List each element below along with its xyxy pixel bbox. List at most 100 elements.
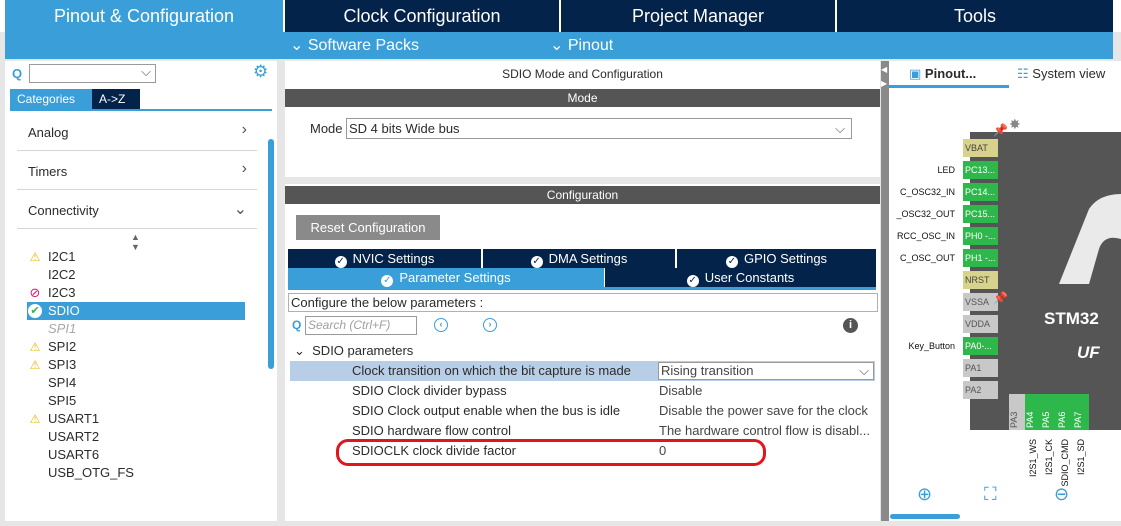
peripheral-item-spi1[interactable]: SPI1 (27, 320, 245, 338)
fit-screen-icon[interactable]: ⛶ (984, 484, 997, 505)
search-icon: Q (292, 318, 302, 332)
pin-3[interactable]: PC15... (963, 205, 998, 223)
group-sdio-parameters[interactable]: ⌄ SDIO parameters (294, 343, 413, 359)
peripheral-item-usart6[interactable]: USART6 (27, 446, 245, 464)
tab-dma-settings[interactable]: ✓ DMA Settings (483, 249, 675, 268)
category-search-input[interactable]: ⌵ (29, 64, 156, 83)
tab-label: System view (1032, 66, 1106, 81)
bottom-pin-2[interactable]: PA5 (1041, 394, 1057, 430)
software-packs-menu[interactable]: ⌄ Software Packs (290, 32, 419, 59)
mode-select[interactable]: SD 4 bits Wide bus ⌵ (346, 118, 852, 139)
pin-signal-label: C_OSC32_IN (899, 187, 955, 197)
tab-nvic-settings[interactable]: ✓ NVIC Settings (288, 249, 481, 268)
param-name: SDIO Clock divider bypass (352, 383, 507, 398)
param-row[interactable]: SDIO Clock output enable when the bus is… (290, 401, 875, 421)
warning-icon: ⚠ (29, 250, 41, 264)
check-icon: ✔ (28, 304, 42, 318)
peripheral-label: SPI5 (48, 393, 77, 408)
search-prev-icon[interactable]: ‹ (434, 318, 448, 332)
peripheral-item-i2c1[interactable]: ⚠ I2C1 (27, 248, 245, 266)
left-scrollbar[interactable] (268, 139, 274, 369)
pinout-scrollbar[interactable] (890, 514, 960, 519)
category-timers[interactable]: Timers › (17, 152, 257, 190)
pin-0[interactable]: VBAT (963, 139, 998, 157)
peripheral-item-i2c2[interactable]: I2C2 (27, 266, 245, 284)
peripheral-item-usart1[interactable]: ⚠ USART1 (27, 410, 245, 428)
pin-signal-label: RCC_OSC_IN (896, 231, 955, 241)
bottom-pin-1[interactable]: PA4 (1025, 394, 1041, 430)
gear-icon[interactable]: ⚙ (253, 62, 268, 82)
pin-10[interactable]: PA1 (963, 359, 998, 377)
tab-pinout-configuration[interactable]: Pinout & Configuration (5, 0, 283, 32)
search-next-icon[interactable]: › (483, 318, 497, 332)
pin-5[interactable]: PH1 -... (963, 249, 998, 267)
peripheral-label: I2C3 (48, 285, 76, 300)
tab-pinout-view[interactable]: ▣ Pinout... (909, 66, 976, 82)
pin-8[interactable]: VDDA (963, 315, 998, 333)
info-icon[interactable]: i (843, 318, 858, 333)
pin-6[interactable]: NRST (963, 271, 998, 289)
peripheral-label: USART2 (48, 429, 100, 444)
pinout-label: Pinout (567, 37, 614, 54)
peripheral-item-i2c3[interactable]: ⊘ I2C3 (27, 284, 245, 302)
panel-collapse-bar[interactable]: ◀ ▶ (881, 61, 889, 521)
pinout-menu[interactable]: ⌄ Pinout (550, 32, 613, 59)
peripheral-label: SPI2 (48, 339, 77, 354)
category-connectivity[interactable]: Connectivity ⌄ (17, 191, 257, 229)
tab-tools[interactable]: Tools (837, 0, 1113, 32)
chevron-down-icon: ⌄ (233, 201, 247, 218)
st-logo (1059, 194, 1121, 284)
pin-9[interactable]: PA0-... (963, 337, 998, 355)
tab-clock-configuration[interactable]: Clock Configuration (285, 0, 559, 32)
param-value: Disable the power save for the clock (659, 403, 868, 418)
software-packs-label: Software Packs (307, 37, 420, 54)
peripheral-item-spi3[interactable]: ⚠ SPI3 (27, 356, 245, 374)
tab-system-view[interactable]: ☷ System view (1017, 66, 1105, 82)
peripheral-item-usart2[interactable]: USART2 (27, 428, 245, 446)
param-row[interactable]: SDIO Clock divider bypass Disable (290, 381, 875, 401)
tab-parameter-settings[interactable]: ✓ Parameter Settings (288, 268, 604, 287)
warning-icon: ⚠ (29, 412, 41, 426)
category-analog[interactable]: Analog › (17, 113, 257, 151)
peripheral-item-usb_otg_fs[interactable]: USB_OTG_FS (27, 464, 245, 482)
sub-menu-bar: ⌄ Software Packs ⌄ Pinout (5, 32, 1113, 59)
configuration-header: Configuration (285, 186, 880, 204)
zoom-out-icon[interactable]: ⊖ (1054, 484, 1069, 505)
pin-signal-label: C_OSC_OUT (899, 253, 955, 263)
param-row[interactable]: Clock transition on which the bit captur… (290, 361, 875, 381)
tab-project-manager[interactable]: Project Manager (561, 0, 835, 32)
check-icon: ✓ (686, 275, 699, 287)
category-label: Analog (28, 125, 69, 140)
tab-label: Parameter Settings (399, 270, 511, 285)
pin-4[interactable]: PH0 -... (963, 227, 998, 245)
chevron-down-icon: ⌄ (294, 343, 305, 358)
tab-gpio-settings[interactable]: ✓ GPIO Settings (677, 249, 876, 268)
collapse-right-icon: ▶ (881, 79, 888, 88)
peripheral-label: USB_OTG_FS (48, 465, 134, 480)
peripheral-item-sdio[interactable]: ✔ SDIO (27, 302, 245, 320)
param-row[interactable]: SDIO hardware flow control The hardware … (290, 421, 875, 441)
tab-a-z[interactable]: A->Z (92, 89, 140, 109)
param-value-select[interactable]: Rising transition ⌵ (658, 362, 874, 380)
peripheral-item-spi5[interactable]: SPI5 (27, 392, 245, 410)
pushpin-icon: 📌 (993, 291, 1008, 305)
zoom-in-icon[interactable]: ⊕ (917, 484, 932, 505)
pin-1[interactable]: PC13... (963, 161, 998, 179)
check-icon: ✓ (381, 275, 394, 287)
category-label: Connectivity (28, 203, 99, 218)
bottom-pin-3[interactable]: PA6 (1057, 394, 1073, 430)
bottom-pin-4[interactable]: PA7 (1073, 394, 1089, 430)
peripheral-label: USART1 (48, 411, 100, 426)
peripheral-item-spi4[interactable]: SPI4 (27, 374, 245, 392)
peripheral-label: I2C2 (48, 267, 76, 282)
parameter-search-input[interactable]: Search (Ctrl+F) (305, 316, 417, 335)
peripheral-item-spi2[interactable]: ⚠ SPI2 (27, 338, 245, 356)
reset-configuration-button[interactable]: Reset Configuration (296, 215, 440, 240)
bottom-pin-0[interactable]: PA3 (1009, 394, 1025, 430)
pin-11[interactable]: PA2 (963, 381, 998, 399)
pin-2[interactable]: PC14... (963, 183, 998, 201)
check-icon: ✓ (725, 256, 738, 268)
pinout-canvas[interactable]: VBAT PC13... LED PC14... C_OSC32_IN PC15... _O… (889, 89, 1121, 514)
tab-user-constants[interactable]: ✓ User Constants (605, 268, 876, 287)
tab-categories[interactable]: Categories (10, 89, 92, 109)
